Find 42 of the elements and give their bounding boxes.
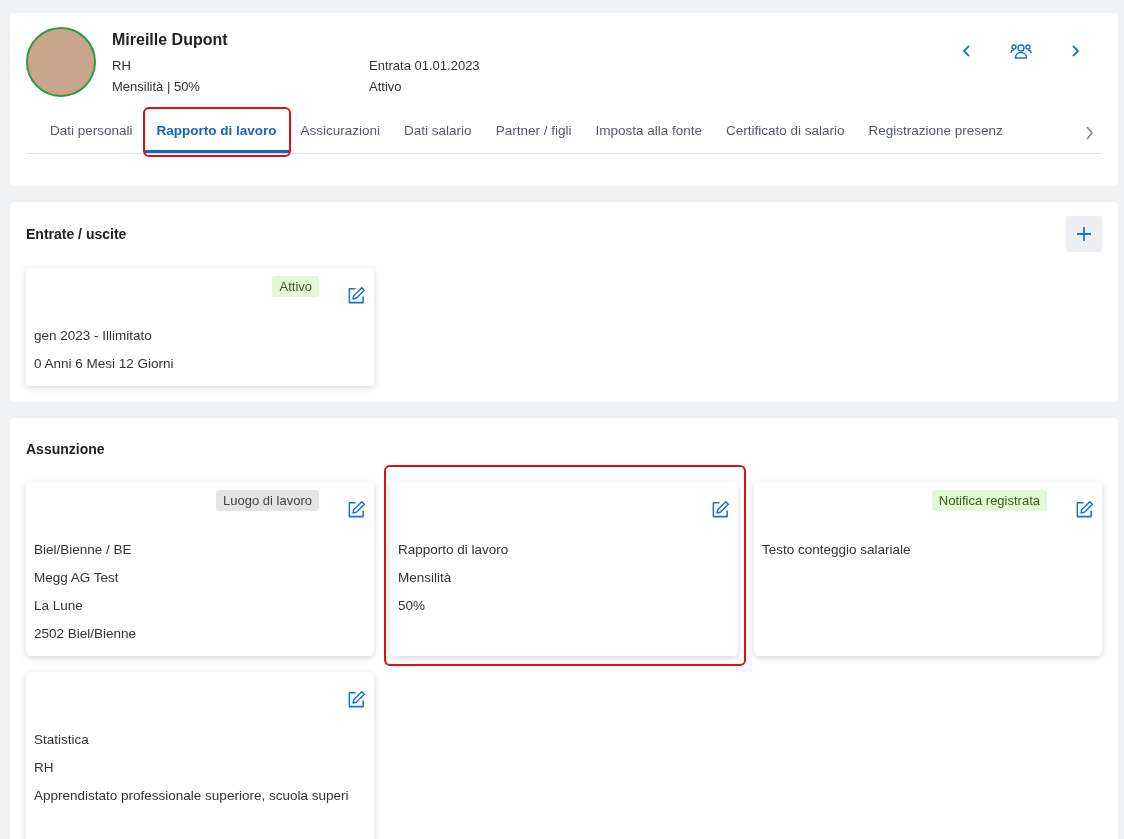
- tab[interactable]: Certificato di salario: [714, 113, 857, 153]
- tab[interactable]: Imposta alla fonte: [583, 113, 714, 153]
- edit-icon[interactable]: [347, 500, 366, 519]
- tab[interactable]: Assicurazioni: [288, 113, 393, 153]
- card-text: Statistica: [34, 731, 90, 749]
- card-text: Biel/Bienne / BE: [34, 541, 133, 559]
- department-text: RH: [112, 58, 132, 73]
- edit-icon[interactable]: [711, 500, 730, 519]
- tab[interactable]: Dati personali: [38, 113, 145, 153]
- card-text: 50%: [398, 597, 427, 615]
- section-title: Entrate / uscite: [26, 226, 127, 242]
- chevron-left-icon: [962, 44, 972, 58]
- pay-text: Mensilità | 50%: [112, 79, 201, 94]
- tab[interactable]: Rapporto di lavoro: [144, 113, 289, 153]
- card-text: Testo conteggio salariale: [762, 541, 912, 559]
- edit-icon[interactable]: [347, 690, 366, 709]
- tab[interactable]: Partner / figli: [483, 113, 584, 153]
- edit-icon[interactable]: [1075, 500, 1094, 519]
- card-text: Apprendistato professionale superiore, scuola superi: [34, 787, 350, 805]
- plus-icon: [1076, 226, 1092, 242]
- status-badge: Luogo di lavoro: [216, 490, 319, 511]
- people-icon: [1010, 43, 1032, 59]
- tab[interactable]: Dati salario: [392, 113, 484, 153]
- card-text: Mensilità: [398, 569, 453, 587]
- chevron-right-icon: [1085, 126, 1094, 140]
- card-text: RH: [34, 759, 55, 777]
- employee-name: Mireille Dupont: [112, 31, 229, 49]
- tab[interactable]: Registrazione presenz: [856, 113, 1015, 153]
- status-badge: Notifica registrata: [931, 490, 1047, 511]
- section-title: Assunzione: [26, 441, 105, 457]
- card-text: La Lune: [34, 597, 84, 615]
- add-button[interactable]: [1066, 216, 1102, 252]
- card-text: Megg AG Test: [34, 569, 120, 587]
- entry-date-text: Entrata 01.01.2023: [369, 58, 480, 73]
- chevron-right-icon: [1070, 44, 1080, 58]
- card-text: gen 2023 - Illimitato: [34, 327, 153, 345]
- edit-icon[interactable]: [347, 286, 366, 305]
- status-text: Attivo: [369, 79, 403, 94]
- card-text: 2502 Biel/Bienne: [34, 625, 138, 643]
- status-badge: Attivo: [272, 276, 319, 297]
- card-text: Rapporto di lavoro: [398, 541, 510, 559]
- card-text: 0 Anni 6 Mesi 12 Giorni: [34, 355, 175, 373]
